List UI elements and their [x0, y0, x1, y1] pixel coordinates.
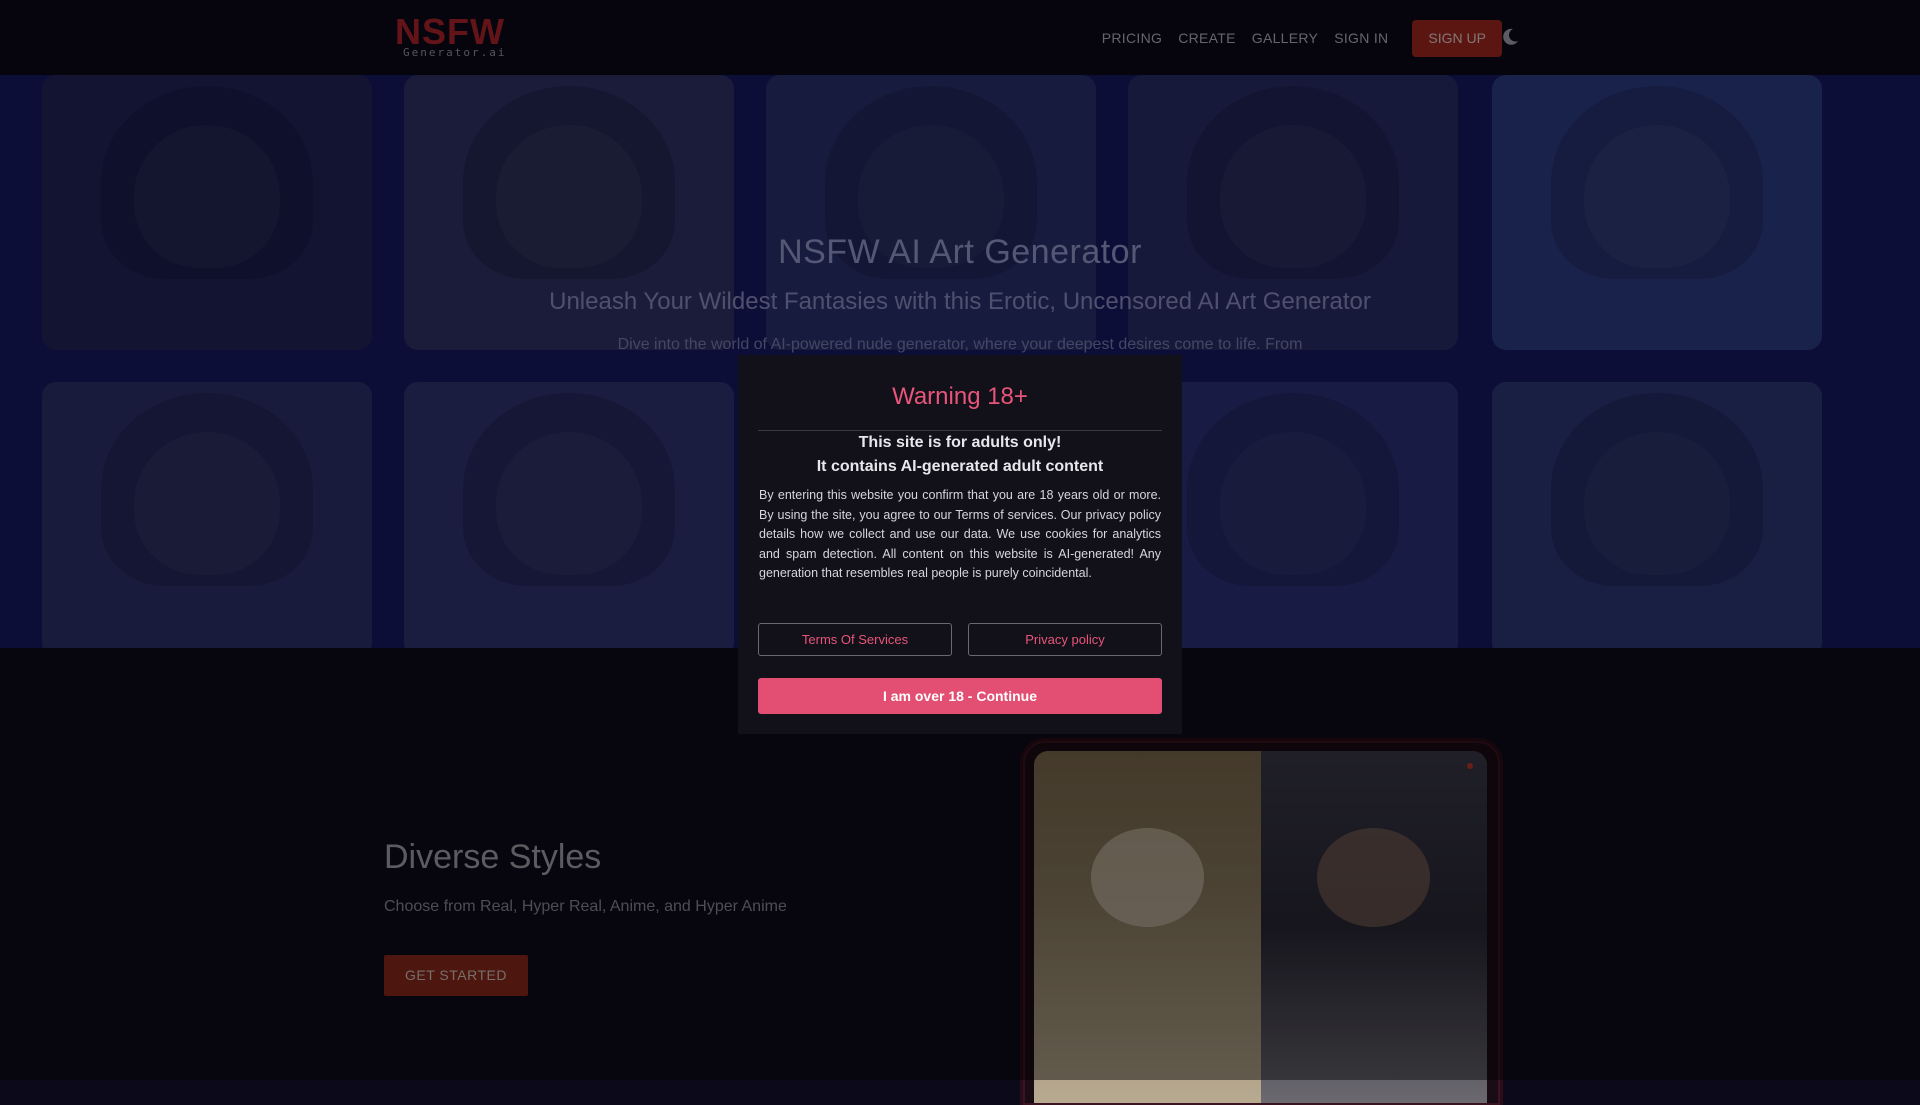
modal-divider [758, 430, 1162, 431]
modal-heading: This site is for adults only! [858, 434, 1062, 451]
terms-of-services-button[interactable]: Terms Of Services [758, 623, 952, 656]
modal-body-text: By entering this website you confirm tha… [759, 488, 1161, 580]
privacy-policy-button[interactable]: Privacy policy [968, 623, 1162, 656]
age-warning-modal: Warning 18+ This site is for adults only… [738, 355, 1182, 734]
modal-title: Warning 18+ [892, 383, 1028, 410]
continue-button[interactable]: I am over 18 - Continue [758, 678, 1162, 714]
modal-subheading: It contains AI-generated adult content [816, 458, 1104, 475]
